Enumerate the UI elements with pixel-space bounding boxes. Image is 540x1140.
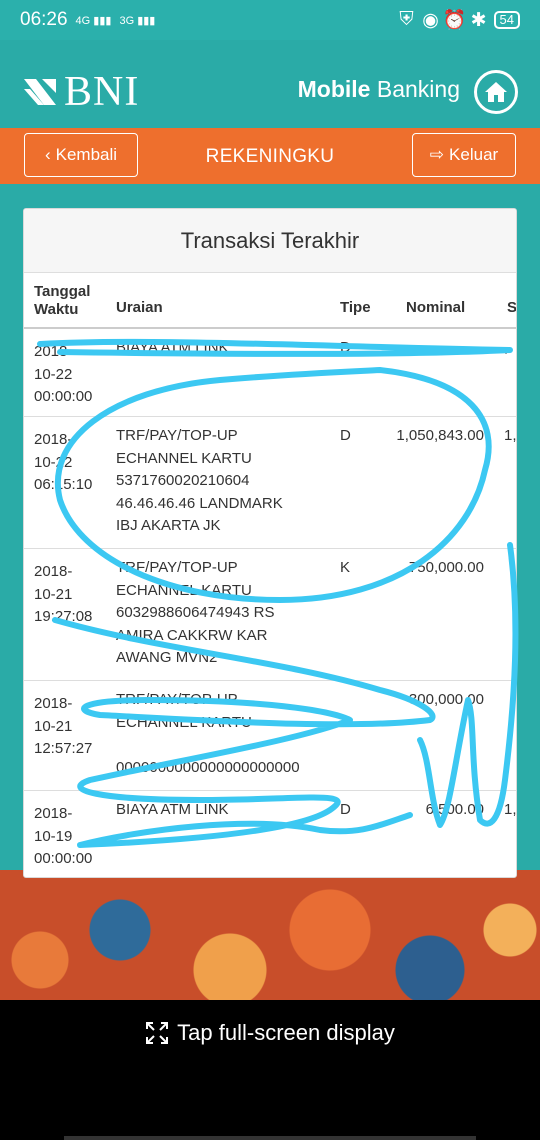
table-row: 2018- 10-21 19:27:08 TRF/PAY/TOP-UP ECHANNE… (24, 549, 516, 681)
fullscreen-prompt[interactable]: Tap full-screen display (0, 1020, 540, 1046)
nav-handle (64, 1136, 476, 1140)
logo-text: BNI (64, 69, 140, 115)
bottom-bar: Tap full-screen display (0, 1000, 540, 1140)
table-row: 2018- 10-21 12:57:27 TRF/PAY/TOP-UP ECHANNE… (24, 681, 516, 791)
row-description: TRF/PAY/TOP-UP ECHANNEL KARTU 537176002021… (116, 427, 283, 534)
table-row: 2018- 10-22 06:15:10 TRF/PAY/TOP-UP ECHANNE… (24, 417, 516, 549)
app-header: BNI Mobile Banking (0, 40, 540, 128)
col-type: Tipe (340, 299, 371, 316)
home-icon (485, 82, 507, 102)
row-type: D (340, 339, 351, 356)
row-description: BIAYA ATM LINK (116, 339, 229, 356)
row-date: 2018- 10-21 12:57:27 (34, 695, 93, 757)
logout-button[interactable]: ⇨ Keluar (412, 133, 516, 177)
bni-logo: BNI (22, 68, 139, 116)
row-type: K (340, 559, 351, 576)
row-balance: 1, (504, 801, 517, 818)
status-time: 06:26 (20, 9, 68, 30)
home-button[interactable] (474, 70, 518, 114)
row-amount: 300,000.00 (408, 691, 484, 708)
row-amount: 1,050,843.00 (396, 427, 484, 444)
status-bar: 06:26 4G ▮▮▮ 3G ▮▮▮ ⛨ ◉ ⏰ ✱ 54 (0, 0, 540, 40)
row-description: TRF/PAY/TOP-UP ECHANNEL KARTU 000000000000… (116, 691, 300, 776)
alarm-icon: ⏰ (442, 10, 467, 31)
row-date: 2018- 10-19 00:00:00 (34, 805, 93, 867)
app-screen: BNI Mobile Banking ‹ Kembali REKENINGKU … (0, 40, 540, 1000)
logout-label: Keluar (449, 145, 499, 164)
signal-4g-icon: 4G ▮▮▮ (75, 14, 112, 27)
row-date: 2018- 10-22 06:15:10 (34, 431, 93, 493)
row-amount: 6,500.00 (425, 801, 484, 818)
navbar: ‹ Kembali REKENINGKU ⇨ Keluar (0, 128, 540, 184)
card-title: Transaksi Terakhir (24, 209, 516, 273)
bluetooth-icon: ✱ (470, 9, 487, 31)
row-balance: , (504, 339, 509, 356)
col-description: Uraian (116, 299, 163, 316)
table-row: 2018- 10-22 00:00:00 BIAYA ATM LINK D , (24, 329, 516, 417)
shield-icon: ⛨ (399, 9, 414, 30)
row-type: D (340, 801, 351, 818)
lock-icon: ◉ (422, 9, 439, 31)
logout-icon: ⇨ (429, 145, 445, 164)
row-amount: 750,000.00 (408, 559, 484, 576)
col-balance: S (507, 299, 517, 316)
battery-indicator: 54 (493, 11, 520, 29)
row-description: TRF/PAY/TOP-UP ECHANNEL KARTU 603298860647… (116, 559, 275, 666)
col-amount: Nominal (406, 299, 466, 316)
transactions-card: Transaksi Terakhir Tanggal Waktu Uraian … (23, 208, 517, 878)
row-date: 2018- 10-22 00:00:00 (34, 343, 93, 405)
row-description: BIAYA ATM LINK (116, 801, 229, 818)
app-title: Mobile Banking (297, 76, 460, 102)
col-date-time: Tanggal Waktu (34, 283, 91, 318)
signal-3g-icon: 3G ▮▮▮ (119, 14, 156, 27)
batik-decoration (0, 870, 540, 1000)
row-date: 2018- 10-21 19:27:08 (34, 563, 93, 625)
row-type: D (340, 427, 351, 444)
table-header: Tanggal Waktu Uraian Tipe Nominal S (24, 273, 516, 329)
bni-logo-mark-icon (24, 79, 56, 105)
row-balance: 1, (504, 427, 517, 444)
expand-icon (146, 1022, 169, 1044)
fullscreen-label: Tap full-screen display (177, 1020, 395, 1045)
table-row: 2018- 10-19 00:00:00 BIAYA ATM LINK D 6,50… (24, 791, 517, 877)
